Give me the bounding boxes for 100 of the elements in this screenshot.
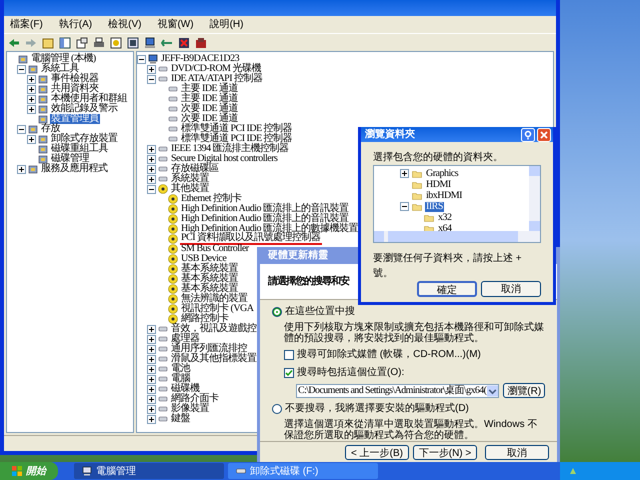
tree-item[interactable]: High Definition Audio 匯流排上的音訊裝置: [180, 214, 350, 224]
tree-item[interactable]: 主要 IDE 通道: [180, 94, 240, 104]
tree-item[interactable]: 滑鼠及其他指標裝置: [170, 354, 258, 364]
tree-item[interactable]: Secure Digital host controllers: [170, 154, 278, 164]
tree-item[interactable]: 網路介面卡: [170, 394, 220, 404]
expander-icon[interactable]: [147, 164, 156, 174]
uninstall-icon[interactable]: [178, 36, 190, 48]
computer-icon[interactable]: [144, 36, 156, 48]
tree-item[interactable]: 存放: [40, 124, 61, 134]
tree-item[interactable]: Graphics: [425, 168, 460, 178]
vertical-scrollbar[interactable]: [529, 166, 540, 231]
radio-button[interactable]: [272, 306, 282, 317]
checkbox-label[interactable]: 搜尋時包括這個位置(O):: [297, 365, 404, 380]
tree-item[interactable]: JEFF-B9DACE1D23: [160, 54, 240, 64]
close-icon[interactable]: [537, 128, 551, 142]
tree-item[interactable]: PCI 資料擷取以及訊號處理控制器: [180, 233, 322, 245]
expander-icon[interactable]: [147, 334, 156, 344]
expander-icon[interactable]: [147, 364, 156, 374]
tree-item[interactable]: 卸除式存放裝置: [50, 134, 118, 144]
back-button[interactable]: < 上一步(B): [345, 444, 409, 460]
horizontal-scrollbar[interactable]: [374, 231, 540, 242]
checkbox[interactable]: [284, 368, 294, 378]
tree-item[interactable]: 本機使用者和群組: [50, 94, 128, 104]
taskbar-button[interactable]: 電腦管理: [74, 463, 224, 479]
tree-item[interactable]: 通用序列匯流排控: [170, 344, 248, 354]
cancel-button[interactable]: 取消: [485, 444, 549, 460]
tree-item[interactable]: 其他裝置: [170, 184, 210, 194]
expander-icon[interactable]: [147, 414, 156, 424]
tree-item[interactable]: 電腦: [170, 374, 191, 384]
printer-icon[interactable]: [93, 36, 105, 48]
tree-item[interactable]: 主要 IDE 通道: [180, 84, 240, 94]
taskbar-button[interactable]: 卸除式磁碟 (F:): [228, 463, 378, 479]
tree-item[interactable]: 影像裝置: [170, 404, 210, 414]
expander-icon[interactable]: [17, 164, 26, 174]
expander-icon[interactable]: [147, 324, 156, 334]
tree-item[interactable]: x32: [437, 212, 452, 222]
menu-item[interactable]: 執行(A): [56, 17, 94, 32]
expander-icon[interactable]: [147, 374, 156, 384]
tree-item[interactable]: 基本系統裝置: [180, 274, 239, 284]
tree-item[interactable]: 基本系統裝置: [180, 284, 239, 294]
back-arrow-icon[interactable]: [8, 38, 20, 48]
tree-pane-icon[interactable]: [59, 36, 71, 48]
start-button[interactable]: 開始: [0, 462, 58, 480]
tree-item[interactable]: 存放磁碟區: [170, 164, 220, 174]
tree-item[interactable]: 效能記錄及警示: [50, 104, 118, 114]
expander-icon[interactable]: [147, 184, 156, 194]
expander-icon[interactable]: [400, 169, 409, 178]
tree-item[interactable]: 標準雙通道 PCI IDE 控制器: [180, 134, 294, 144]
expander-icon[interactable]: [147, 404, 156, 414]
tree-item[interactable]: 網路控制卡: [180, 314, 230, 324]
tree-item[interactable]: 鍵盤: [170, 414, 191, 424]
window-icon[interactable]: [127, 36, 139, 48]
expander-icon[interactable]: [147, 394, 156, 404]
tree-item[interactable]: 處理器: [170, 334, 200, 344]
menu-item[interactable]: 檔案(F): [8, 17, 45, 32]
tree-item[interactable]: 共用資料夾: [50, 84, 100, 94]
cancel-button[interactable]: 取消: [481, 281, 541, 297]
expander-icon[interactable]: [147, 344, 156, 354]
path-combo-field[interactable]: C:\Documents and Settings\Administrator\桌面\gx64(: [296, 384, 500, 398]
expander-icon[interactable]: [147, 154, 156, 164]
tree-item[interactable]: HDMI: [425, 180, 452, 190]
tree-item[interactable]: SM Bus Controller: [180, 244, 250, 254]
expander-icon[interactable]: [17, 64, 26, 74]
browse-button[interactable]: 瀏覽(R): [503, 383, 545, 398]
tree-item[interactable]: DVD/CD-ROM 光碟機: [170, 64, 262, 74]
tree-item[interactable]: IDE ATA/ATAPI 控制器: [170, 74, 264, 84]
tree-item[interactable]: 服務及應用程式: [40, 164, 108, 174]
checkbox[interactable]: [284, 350, 294, 360]
expander-icon[interactable]: [147, 74, 156, 84]
disable-icon[interactable]: [195, 36, 207, 48]
tree-item[interactable]: High Definition Audio 匯流排上的音訊裝置: [180, 204, 350, 214]
menu-item[interactable]: 視窗(W): [155, 17, 196, 32]
tree-item[interactable]: 視訊控制卡 (VGA: [180, 304, 254, 314]
expander-icon[interactable]: [27, 94, 36, 104]
checkbox-label[interactable]: 搜尋可卸除式媒體 (軟碟，CD-ROM...)(M): [297, 347, 481, 362]
ok-button[interactable]: 確定: [417, 281, 477, 297]
tree-item[interactable]: 磁碟機: [170, 384, 200, 394]
expander-icon[interactable]: [147, 144, 156, 154]
tree-item[interactable]: 系統工具: [40, 64, 80, 74]
expander-icon[interactable]: [27, 74, 36, 84]
folder-up-icon[interactable]: [42, 36, 54, 48]
expander-icon[interactable]: [27, 104, 36, 114]
tree-item[interactable]: 電腦管理 (本機): [30, 54, 97, 64]
expander-icon[interactable]: [27, 134, 36, 144]
tree-item[interactable]: 系統裝置: [170, 174, 210, 184]
tree-item[interactable]: 次要 IDE 通道: [180, 114, 240, 124]
tree-item[interactable]: 磁碟重組工具: [50, 144, 109, 154]
tree-item[interactable]: 無法辨識的裝置: [180, 294, 248, 304]
tree-item[interactable]: ibxHDMI: [425, 190, 463, 200]
properties-icon[interactable]: [76, 36, 88, 48]
expander-icon[interactable]: [147, 174, 156, 184]
tree-item[interactable]: x64: [437, 224, 452, 231]
tree-item[interactable]: 音效，視訊及遊戲控: [170, 324, 258, 334]
expander-icon[interactable]: [27, 84, 36, 94]
tree-item[interactable]: 磁碟管理: [50, 154, 90, 164]
tree-item[interactable]: Ethernet 控制卡: [180, 194, 242, 204]
tree-item[interactable]: 事件檢視器: [50, 74, 100, 84]
tree-item[interactable]: 次要 IDE 通道: [180, 104, 240, 114]
radio-button[interactable]: [272, 404, 282, 414]
tree-item[interactable]: USB Device: [180, 254, 228, 264]
